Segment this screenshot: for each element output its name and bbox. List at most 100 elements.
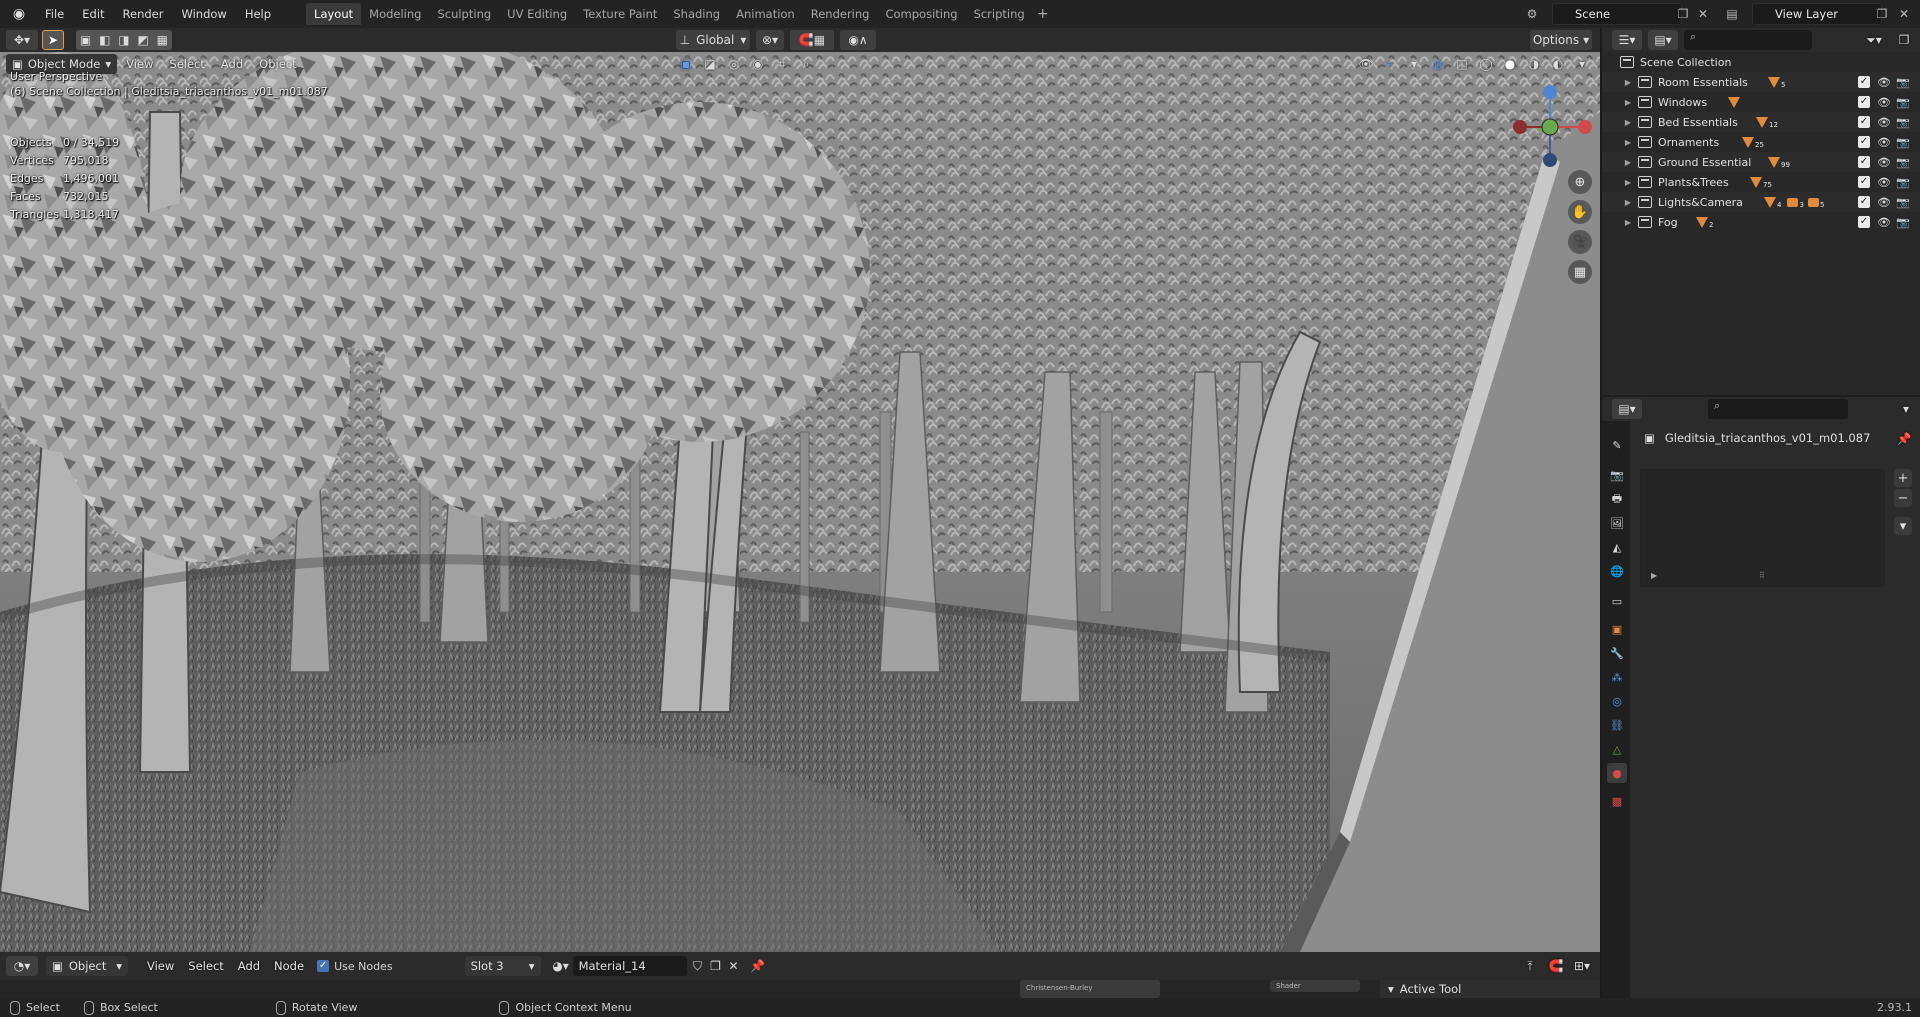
new-view-layer-icon[interactable]: ❐ [1872, 3, 1892, 25]
fake-user-shield-icon[interactable]: ⛉ [689, 956, 707, 976]
node-menu-view[interactable]: View [140, 959, 181, 973]
tab-rendering[interactable]: Rendering [803, 3, 878, 25]
xray-icon[interactable]: ◫ [1452, 54, 1472, 74]
grid-filter-icon[interactable]: ⌗ [772, 54, 792, 74]
shader-type-dropdown[interactable]: ▣ Object ▾ [46, 956, 128, 976]
expand-arrow-icon[interactable]: ▶ [1622, 138, 1634, 147]
eye-icon[interactable]: 👁 [1877, 215, 1891, 229]
material-shading-icon[interactable]: ◑ [1524, 54, 1544, 74]
tab-shading[interactable]: Shading [665, 3, 728, 25]
editor-type-icon[interactable]: ◔▾ [6, 956, 38, 976]
options-dropdown[interactable]: Options ▾ [1530, 30, 1592, 50]
render-camera-icon[interactable]: 📷 [1896, 115, 1910, 129]
eye-icon[interactable]: 👁 [1877, 95, 1891, 109]
pin-icon[interactable]: 📌 [1894, 429, 1914, 449]
eye-icon[interactable]: 👁 [1877, 75, 1891, 89]
editor-type-icon[interactable]: ✥▾ [6, 30, 38, 50]
physics-tab-icon[interactable]: ◎ [1607, 691, 1627, 711]
tab-sculpting[interactable]: Sculpting [429, 3, 499, 25]
snap-element-icon[interactable]: ⊞▾ [1572, 956, 1592, 976]
delete-view-layer-icon[interactable]: ✕ [1894, 3, 1914, 25]
render-camera-icon[interactable]: 📷 [1896, 195, 1910, 209]
camera-view-icon[interactable]: 🎥 [1568, 230, 1592, 254]
material-specials-button[interactable]: ▾ [1894, 517, 1912, 535]
viewport-menu-object[interactable]: Object [252, 57, 303, 71]
menu-help[interactable]: Help [236, 3, 280, 25]
node-menu-node[interactable]: Node [267, 959, 311, 973]
eye-icon[interactable]: 👁 [1877, 115, 1891, 129]
outliner-root-row[interactable]: Scene Collection [1602, 52, 1920, 72]
tab-compositing[interactable]: Compositing [877, 3, 965, 25]
shader-node-area[interactable]: Christensen-Burley Shader ▾ Active Tool [0, 980, 1600, 998]
view-layer-tab-icon[interactable]: 🖼 [1607, 513, 1627, 533]
outliner-collection-row[interactable]: ▶ Lights&Camera 4 3 5 [1602, 192, 1920, 212]
eye-icon[interactable]: 👁 [1877, 135, 1891, 149]
parent-node-tree-icon[interactable]: ⤒ [1520, 956, 1540, 976]
new-scene-icon[interactable]: ❐ [1673, 3, 1693, 25]
object-tab-icon[interactable]: ▣ [1607, 619, 1627, 639]
search-icon[interactable]: ⌕ [796, 54, 816, 74]
resize-handle-icon[interactable]: ⠿ [1759, 571, 1765, 580]
exclude-checkbox[interactable]: ✓ [1858, 196, 1870, 208]
3d-viewport[interactable]: ▣ Object Mode ▾ View Select Add Object ▣… [0, 52, 1600, 952]
material-output-node[interactable]: Shader [1270, 980, 1360, 992]
viewport-menu-view[interactable]: View [119, 57, 160, 71]
scene-type-icon[interactable]: ⚙ [1522, 3, 1542, 25]
snap-icon[interactable]: 🧲 [1546, 956, 1566, 976]
expand-arrow-icon[interactable]: ▶ [1622, 218, 1634, 227]
new-collection-icon[interactable]: ❐ [1894, 30, 1914, 50]
active-tool-panel[interactable]: ▾ Active Tool [1380, 980, 1600, 998]
constraints-tab-icon[interactable]: ⛓ [1607, 715, 1627, 735]
tab-scripting[interactable]: Scripting [966, 3, 1033, 25]
outliner-collection-row[interactable]: ▶ Ornaments 25 [1602, 132, 1920, 152]
select-box-icon[interactable]: ▣ [676, 54, 696, 74]
material-name-field[interactable]: Material_14 [572, 956, 687, 976]
remove-material-slot-button[interactable]: − [1894, 489, 1912, 507]
menu-edit[interactable]: Edit [73, 3, 113, 25]
add-workspace-button[interactable]: + [1033, 3, 1053, 25]
particles-tab-icon[interactable]: ⁂ [1607, 667, 1627, 687]
proportional-editing-icon[interactable]: ◉∧ [840, 30, 876, 50]
tab-modeling[interactable]: Modeling [361, 3, 429, 25]
visibility-icon[interactable]: 👁 [1356, 54, 1376, 74]
select-invert-icon[interactable]: ◩ [137, 33, 148, 47]
render-camera-icon[interactable]: 📷 [1896, 75, 1910, 89]
blender-logo-icon[interactable]: ◉ [8, 3, 30, 25]
selection-mode-buttons[interactable]: ▣ ◧ ◨ ◩ ▦ [76, 30, 172, 50]
expand-arrow-icon[interactable]: ▶ [1622, 158, 1634, 167]
render-camera-icon[interactable]: 📷 [1896, 175, 1910, 189]
select-tool-icon[interactable]: ➤ [42, 30, 64, 50]
outliner-collection-row[interactable]: ▶ Fog 2 [1602, 212, 1920, 232]
editor-type-icon[interactable]: ▤▾ [1612, 399, 1642, 419]
exclude-checkbox[interactable]: ✓ [1858, 136, 1870, 148]
tab-layout[interactable]: Layout [306, 3, 362, 25]
eye-icon[interactable]: 👁 [1877, 175, 1891, 189]
properties-search-input[interactable]: ⌕ [1708, 399, 1848, 419]
menu-window[interactable]: Window [172, 3, 235, 25]
output-tab-icon[interactable]: 🖶 [1607, 489, 1627, 509]
node-menu-select[interactable]: Select [181, 959, 230, 973]
tool-tab-icon[interactable]: ✎ [1607, 435, 1627, 455]
exclude-checkbox[interactable]: ✓ [1858, 216, 1870, 228]
chevron-down-icon[interactable]: ▾ [1572, 54, 1592, 74]
render-tab-icon[interactable]: 📷 [1607, 465, 1627, 485]
render-camera-icon[interactable]: 📷 [1896, 95, 1910, 109]
view-layer-icon[interactable]: ▤ [1722, 3, 1742, 25]
expand-arrow-icon[interactable]: ▶ [1622, 78, 1634, 87]
world-tab-icon[interactable]: 🌐 [1607, 561, 1627, 581]
pivot-point-icon[interactable]: ⊗▾ [756, 30, 784, 50]
expand-arrow-icon[interactable]: ▶ [1622, 98, 1634, 107]
outliner-collection-row[interactable]: ▶ Windows [1602, 92, 1920, 112]
principled-bsdf-node[interactable]: Christensen-Burley [1020, 980, 1160, 998]
zoom-icon[interactable]: ⊕ [1568, 170, 1592, 194]
transform-orientation-dropdown[interactable]: ⊥ Global ▾ [676, 30, 750, 50]
tab-animation[interactable]: Animation [728, 3, 803, 25]
outliner-collection-row[interactable]: ▶ Room Essentials 5 [1602, 72, 1920, 92]
display-mode-icon[interactable]: ▤▾ [1648, 30, 1678, 50]
gizmo-icon[interactable]: ⌖ [1380, 54, 1400, 74]
outliner-collection-row[interactable]: ▶ Plants&Trees 75 [1602, 172, 1920, 192]
delete-scene-icon[interactable]: ✕ [1693, 3, 1713, 25]
exclude-checkbox[interactable]: ✓ [1858, 76, 1870, 88]
exclude-checkbox[interactable]: ✓ [1858, 176, 1870, 188]
mesh-filter-icon[interactable]: ◪ [700, 54, 720, 74]
